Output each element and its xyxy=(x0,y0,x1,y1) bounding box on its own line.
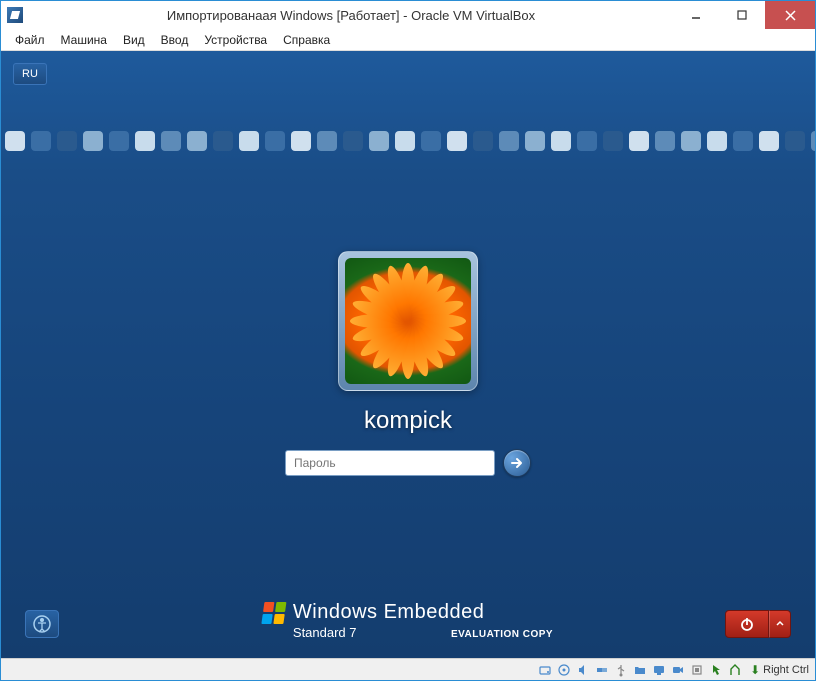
submit-button[interactable] xyxy=(503,449,531,477)
power-button-group xyxy=(725,610,791,638)
close-button[interactable] xyxy=(765,1,815,29)
mouse-integration-icon[interactable] xyxy=(708,662,724,678)
minimize-icon xyxy=(691,10,701,20)
login-panel: kompick xyxy=(285,251,531,477)
brand-eval: EVALUATION COPY xyxy=(451,629,553,640)
hard-disk-icon[interactable] xyxy=(537,662,553,678)
user-avatar[interactable] xyxy=(338,251,478,391)
maximize-icon xyxy=(737,10,747,20)
windows-flag-icon xyxy=(261,602,286,624)
menubar: Файл Машина Вид Ввод Устройства Справка xyxy=(1,29,815,51)
virtualbox-icon xyxy=(7,7,23,23)
window-title: Импортированаая Windows [Работает] - Ora… xyxy=(29,8,673,23)
arrow-right-icon xyxy=(510,456,524,470)
host-key-arrow-icon: ⬇ xyxy=(750,663,760,677)
usb-icon[interactable] xyxy=(613,662,629,678)
shutdown-button[interactable] xyxy=(725,610,769,638)
menu-devices[interactable]: Устройства xyxy=(196,31,275,49)
network-icon[interactable] xyxy=(594,662,610,678)
virtualbox-window: Импортированаая Windows [Работает] - Ora… xyxy=(0,0,816,681)
brand-sub: Standard 7 xyxy=(293,625,357,640)
os-branding: Windows Embedded Standard 7 EVALUATION C… xyxy=(263,601,553,642)
menu-help[interactable]: Справка xyxy=(275,31,338,49)
host-key-label: Right Ctrl xyxy=(763,664,809,676)
display-icon[interactable] xyxy=(651,662,667,678)
statusbar: ⬇ Right Ctrl xyxy=(1,658,815,680)
minimize-button[interactable] xyxy=(673,1,719,29)
guest-display: RU kompick Windows Embedded Stan xyxy=(1,51,815,658)
recording-icon[interactable] xyxy=(670,662,686,678)
host-key-indicator[interactable]: ⬇ Right Ctrl xyxy=(750,663,809,677)
shared-folders-icon[interactable] xyxy=(632,662,648,678)
maximize-button[interactable] xyxy=(719,1,765,29)
chevron-up-icon xyxy=(775,619,785,629)
optical-disk-icon[interactable] xyxy=(556,662,572,678)
password-row xyxy=(285,449,531,477)
window-controls xyxy=(673,1,815,29)
keyboard-captured-icon[interactable] xyxy=(727,662,743,678)
power-icon xyxy=(739,616,755,632)
username-label: kompick xyxy=(364,407,452,435)
menu-machine[interactable]: Машина xyxy=(53,31,115,49)
close-icon xyxy=(785,10,796,21)
ease-of-access-button[interactable] xyxy=(25,610,59,638)
menu-input[interactable]: Ввод xyxy=(153,31,197,49)
language-indicator[interactable]: RU xyxy=(13,63,47,85)
menu-file[interactable]: Файл xyxy=(7,31,53,49)
cpu-icon[interactable] xyxy=(689,662,705,678)
decorative-squares xyxy=(1,131,815,151)
password-input[interactable] xyxy=(285,450,495,476)
menu-view[interactable]: Вид xyxy=(115,31,153,49)
brand-main: Windows Embedded xyxy=(293,601,484,624)
avatar-image xyxy=(345,258,471,384)
ease-of-access-icon xyxy=(32,614,52,634)
shutdown-menu-button[interactable] xyxy=(769,610,791,638)
audio-icon[interactable] xyxy=(575,662,591,678)
titlebar[interactable]: Импортированаая Windows [Работает] - Ora… xyxy=(1,1,815,29)
